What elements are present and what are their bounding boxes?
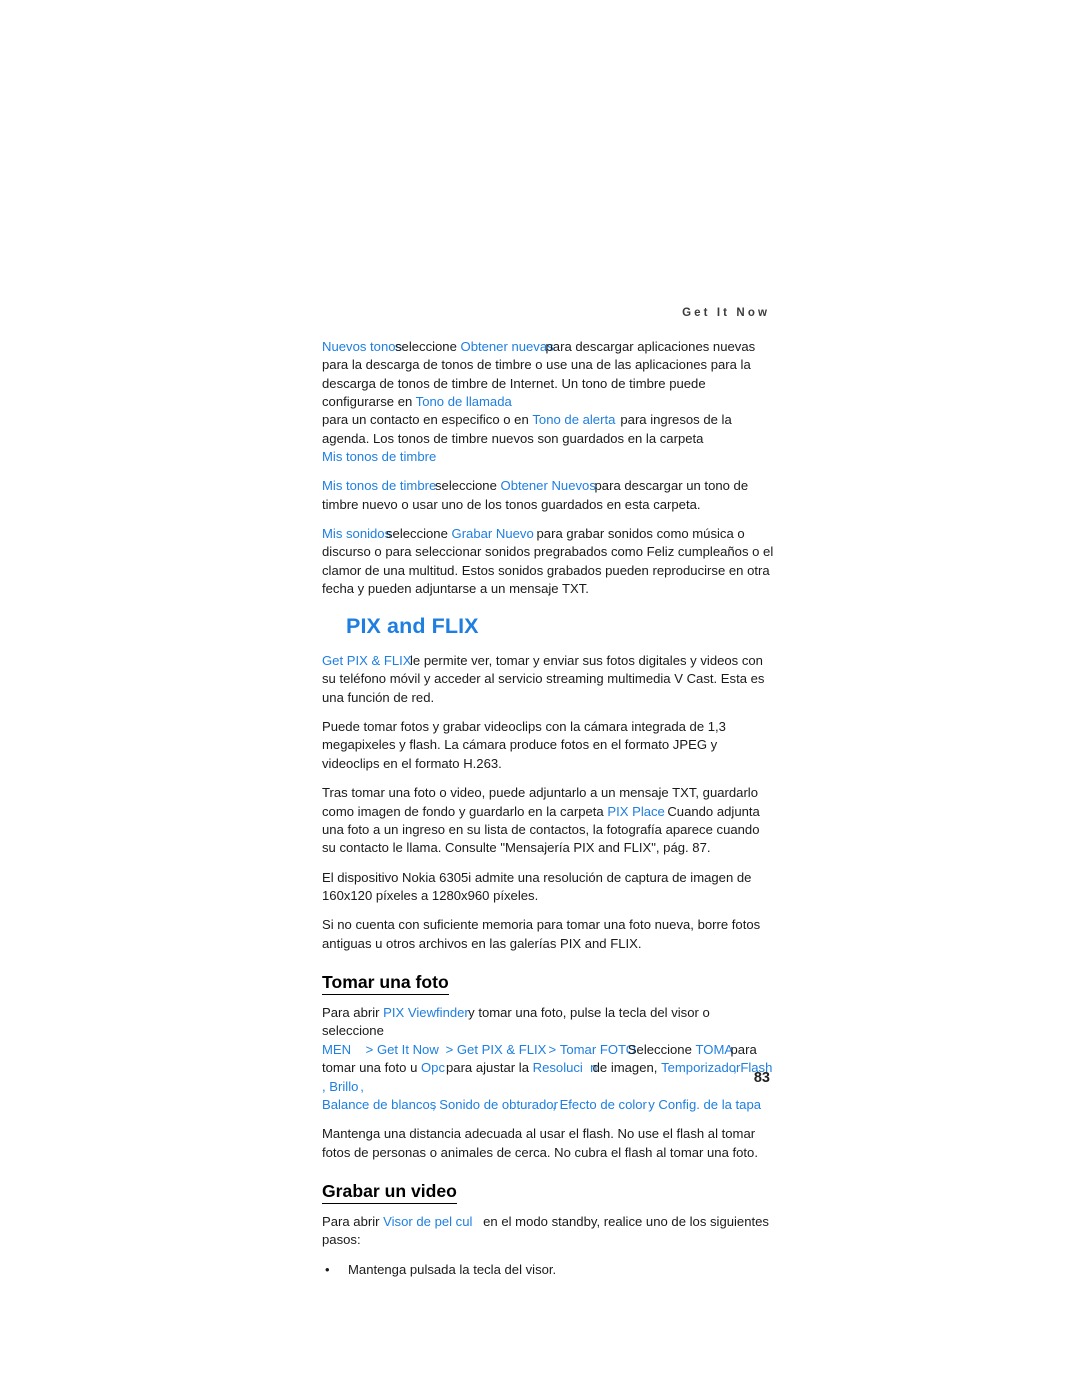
paragraph-mis-sonidos: Mis sonidosseleccione Grabar Nuevo para g… [322, 525, 774, 598]
heading-grabar-un-video: Grabar un video [322, 1180, 774, 1204]
sep-y: y [644, 1096, 659, 1112]
text-run: Para abrir [322, 1005, 384, 1021]
term-mis-tonos-de-timbre-2[interactable]: Mis tonos de timbre [322, 477, 436, 495]
paragraph-mis-tonos-de-timbre: Mis tonos de timbreseleccione Obtener Nu… [322, 477, 774, 514]
paragraph-camara-integrada: Puede tomar fotos y grabar videoclips co… [322, 719, 726, 771]
term-get-pix-flix-nav[interactable]: Get PIX & FLIX [457, 1041, 547, 1059]
term-pix-place[interactable]: PIX Place [607, 803, 667, 821]
term-obtener-nuevas[interactable]: Obtener nuevas [461, 338, 554, 356]
term-grabar-nuevo[interactable]: Grabar Nuevo [452, 525, 537, 543]
term-get-it-now[interactable]: Get It Now [377, 1041, 442, 1059]
text-run: seleccione [395, 339, 461, 354]
page-number: 83 [753, 1070, 770, 1086]
term-tono-de-llamada[interactable]: Tono de llamada [416, 394, 512, 409]
sep-comma-5: , [552, 1096, 560, 1112]
term-config-de-la-tapa[interactable]: Config. de la tapa [658, 1097, 761, 1112]
term-visor-de-pelicula[interactable]: Visor de pel cul [383, 1213, 483, 1231]
separator-arrow-3: > [544, 1041, 560, 1057]
paragraph-abrir-visor-pelicula: Para abrir Visor de pel cul en el modo st… [322, 1213, 774, 1250]
term-efecto-de-color[interactable]: Efecto de color [560, 1096, 647, 1114]
text-run: seleccione [435, 478, 501, 494]
separator-arrow-2: > [441, 1041, 457, 1057]
paragraph-nuevos-tonos: Nuevos tonosseleccione Obtener nuevas par… [322, 338, 774, 466]
text-run: Para abrir [322, 1214, 384, 1230]
term-balance-de-blancos[interactable]: Balance de blancos [322, 1096, 436, 1114]
paragraph-memoria-insuficiente: Si no cuenta con suficiente memoria para… [322, 917, 761, 951]
paragraph-get-pix-flix: Get PIX & FLIXle permite ver, tomar y en… [322, 652, 774, 707]
manual-page: Get It Now Nuevos tonosseleccione Obtene… [0, 0, 1080, 1397]
term-get-pix-and-flix[interactable]: Get PIX & FLIX [322, 652, 412, 670]
term-toma[interactable]: TOMA [696, 1041, 734, 1059]
term-tono-de-alerta[interactable]: Tono de alerta [532, 411, 620, 429]
steps-list: • Mantenga pulsada la tecla del visor. [322, 1261, 774, 1279]
paragraph-pix-place: Tras tomar una foto o video, puede adjun… [322, 784, 774, 857]
list-item: • Mantenga pulsada la tecla del visor. [322, 1261, 774, 1279]
heading-pix-and-flix: PIX and FLIX [346, 614, 479, 639]
paragraph-resolucion-captura: El dispositivo Nokia 6305i admite una re… [322, 869, 752, 903]
term-obtener-nuevos[interactable]: Obtener Nuevos [501, 477, 596, 495]
bullet-icon: • [325, 1261, 330, 1277]
paragraph-distancia-flash: Mantenga una distancia adecuada al usar … [322, 1126, 758, 1160]
term-mis-sonidos[interactable]: Mis sonidos [322, 525, 391, 543]
term-mis-tonos-de-timbre[interactable]: Mis tonos de timbre [322, 449, 436, 464]
running-header: Get It Now [682, 307, 770, 319]
separator-arrow-1: > [362, 1041, 377, 1057]
term-menu[interactable]: MEN [322, 1041, 362, 1059]
body-column: Nuevos tonosseleccione Obtener nuevaspar… [322, 338, 774, 1282]
term-pix-viewfinder[interactable]: PIX Viewfinder [383, 1004, 469, 1022]
heading-grabar-un-video-label: Grabar un video [322, 1180, 457, 1204]
term-tomar-foto[interactable]: Tomar FOTO [560, 1041, 636, 1059]
term-nuevos-tonos[interactable]: Nuevos tonos [322, 338, 402, 356]
paragraph-abrir-pix-viewfinder: Para abrir PIX Viewfindery tomar una fot… [322, 1004, 774, 1114]
term-sonido-de-obturador[interactable]: Sonido de obturador [439, 1096, 558, 1114]
text-run: Seleccione [627, 1041, 696, 1057]
list-item-text: Mantenga pulsada la tecla del visor. [348, 1261, 557, 1277]
heading-tomar-una-foto-label: Tomar una foto [322, 971, 449, 995]
text-run: para un contacto en especifico o en [322, 412, 533, 428]
text-run: seleccione [386, 526, 452, 542]
heading-tomar-una-foto: Tomar una foto [322, 971, 774, 995]
sep-comma-4: , [432, 1096, 440, 1112]
